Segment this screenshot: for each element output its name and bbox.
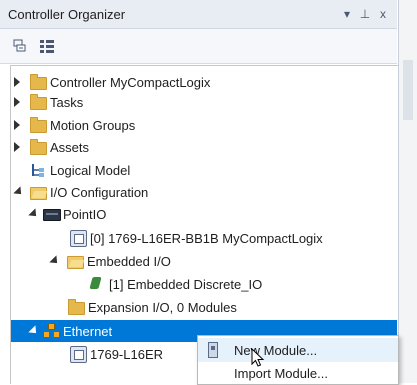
adjacent-panel-edge bbox=[398, 0, 417, 383]
close-icon[interactable]: x bbox=[375, 5, 391, 23]
tree-item-tasks[interactable]: Tasks bbox=[11, 91, 397, 113]
io-module-icon bbox=[89, 276, 105, 292]
new-module-icon bbox=[208, 342, 218, 358]
panel-toolbar bbox=[0, 29, 397, 64]
expand-arrow-icon[interactable] bbox=[14, 96, 24, 108]
panel-splitter[interactable] bbox=[403, 60, 413, 120]
tree-item-label: PointIO bbox=[63, 207, 107, 222]
menu-item-label: Import Module... bbox=[234, 366, 328, 381]
menu-item-new-module[interactable]: New Module... bbox=[198, 338, 398, 362]
collapse-arrow-icon[interactable] bbox=[13, 186, 25, 198]
mouse-cursor-icon bbox=[251, 347, 265, 368]
collapse-all-icon[interactable] bbox=[10, 37, 28, 55]
folder-icon bbox=[68, 299, 85, 315]
menu-item-import-module[interactable]: Import Module... bbox=[198, 361, 398, 385]
tree-item-label: Ethernet bbox=[63, 324, 113, 339]
tree-item-label: Tasks bbox=[50, 95, 84, 110]
collapse-arrow-icon[interactable] bbox=[28, 208, 40, 220]
view-options-icon[interactable] bbox=[38, 37, 56, 55]
tree-item-label: Logical Model bbox=[50, 163, 131, 178]
context-menu: New Module... Import Module... bbox=[197, 335, 399, 385]
folder-icon bbox=[30, 94, 47, 110]
tree-item-label: [1] Embedded Discrete_IO bbox=[109, 277, 263, 292]
tree-item-embedded-discrete-io[interactable]: [1] Embedded Discrete_IO bbox=[11, 273, 397, 295]
tree-item-label: [0] 1769-L16ER-BB1B MyCompactLogix bbox=[90, 231, 323, 246]
expand-arrow-icon[interactable] bbox=[14, 119, 24, 131]
tree-item-label: Embedded I/O bbox=[87, 254, 171, 269]
logical-model-icon bbox=[30, 162, 46, 178]
expand-arrow-icon[interactable] bbox=[14, 76, 24, 88]
open-folder-icon bbox=[67, 253, 84, 269]
tree-item-label: Expansion I/O, 0 Modules bbox=[88, 300, 237, 315]
panel-title: Controller Organizer bbox=[8, 7, 126, 22]
tree-item-embedded-io[interactable]: Embedded I/O bbox=[11, 250, 397, 272]
tree-item-label: Controller MyCompactLogix bbox=[50, 75, 211, 90]
ethernet-icon bbox=[43, 323, 60, 339]
collapse-arrow-icon[interactable] bbox=[28, 325, 40, 337]
tree-item-assets[interactable]: Assets bbox=[11, 136, 397, 158]
collapse-arrow-icon[interactable] bbox=[49, 255, 61, 267]
dropdown-icon[interactable]: ▾ bbox=[339, 5, 355, 23]
rack-icon bbox=[43, 206, 61, 222]
folder-icon bbox=[30, 117, 47, 133]
folder-icon bbox=[30, 139, 47, 155]
tree-item-controller-module[interactable]: [0] 1769-L16ER-BB1B MyCompactLogix bbox=[11, 227, 397, 249]
panel-title-bar: Controller Organizer ▾ ⊥ x bbox=[0, 0, 397, 29]
pin-icon[interactable]: ⊥ bbox=[357, 5, 373, 23]
tree-item-controller[interactable]: Controller MyCompactLogix bbox=[11, 71, 397, 93]
tree-item-motion-groups[interactable]: Motion Groups bbox=[11, 114, 397, 136]
tree-item-label: 1769-L16ER bbox=[90, 347, 163, 362]
tree-item-label: Motion Groups bbox=[50, 118, 136, 133]
tree-item-label: I/O Configuration bbox=[50, 185, 149, 200]
tree-item-io-configuration[interactable]: I/O Configuration bbox=[11, 181, 397, 203]
module-icon bbox=[70, 230, 87, 247]
module-icon bbox=[70, 346, 87, 363]
tree-item-pointio[interactable]: PointIO bbox=[11, 203, 397, 225]
expand-arrow-icon[interactable] bbox=[14, 141, 24, 153]
menu-item-label: New Module... bbox=[234, 343, 318, 358]
open-folder-icon bbox=[30, 184, 47, 200]
tree-item-logical-model[interactable]: Logical Model bbox=[11, 159, 397, 181]
tree-item-label: Assets bbox=[50, 140, 90, 155]
tree-item-expansion-io[interactable]: Expansion I/O, 0 Modules bbox=[11, 296, 397, 318]
folder-icon bbox=[30, 74, 47, 90]
